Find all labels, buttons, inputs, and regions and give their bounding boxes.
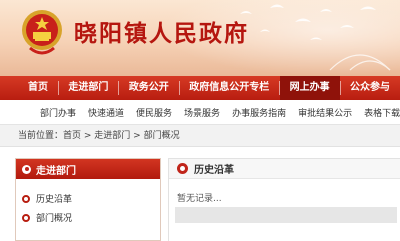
ring-bullet-icon — [22, 194, 30, 203]
sidebar-item-history[interactable]: 历史沿革 — [16, 189, 160, 208]
breadcrumb-home[interactable]: 首页 — [63, 131, 81, 141]
ring-bullet-icon — [22, 213, 30, 222]
subnav-item-scenario-services[interactable]: 场景服务 — [178, 106, 226, 119]
main-nav: 首页 走进部门 政务公开 政府信息公开专栏 网上办事 公众参与 — [0, 76, 400, 100]
left-panel-header: 走进部门 — [16, 159, 160, 179]
section-marker-icon — [177, 163, 188, 174]
sub-nav: 部门办事 快速通道 便民服务 场景服务 办事服务指南 审批结果公示 表格下载 — [0, 100, 400, 125]
breadcrumb-separator: > — [130, 131, 144, 141]
nav-item-government-affairs[interactable]: 政务公开 — [119, 76, 179, 100]
national-emblem-icon — [22, 10, 62, 55]
sidebar-item-overview[interactable]: 部门概况 — [16, 208, 160, 227]
site-banner: 晓阳镇人民政府 — [0, 0, 400, 76]
breadcrumb: 当前位置：首页 > 走进部门 > 部门概况 — [0, 125, 400, 147]
nav-item-info-disclosure[interactable]: 政府信息公开专栏 — [179, 76, 279, 100]
sidebar-item-label: 部门概况 — [36, 214, 73, 224]
breadcrumb-prefix: 当前位置： — [18, 131, 64, 141]
subnav-item-convenience-services[interactable]: 便民服务 — [130, 106, 178, 119]
nav-item-home[interactable]: 首页 — [0, 76, 58, 100]
subnav-item-form-download[interactable]: 表格下载 — [358, 106, 400, 119]
nav-item-departments[interactable]: 走进部门 — [58, 76, 118, 100]
left-panel-list: 历史沿革 部门概况 — [16, 179, 160, 227]
subnav-item-approval-results[interactable]: 审批结果公示 — [292, 106, 358, 119]
site-title: 晓阳镇人民政府 — [74, 20, 249, 47]
breadcrumb-current: 部门概况 — [143, 131, 180, 141]
content-panel-title: 历史沿革 — [194, 165, 234, 176]
content-panel-header: 历史沿革 — [169, 159, 400, 179]
subnav-item-department-services[interactable]: 部门办事 — [34, 106, 82, 119]
sidebar-item-label: 历史沿革 — [36, 195, 73, 205]
subnav-item-fast-track[interactable]: 快速通道 — [82, 106, 130, 119]
left-panel-title: 走进部门 — [36, 165, 76, 177]
breadcrumb-departments[interactable]: 走进部门 — [94, 131, 130, 141]
breadcrumb-separator: > — [81, 131, 95, 141]
subnav-item-service-guide[interactable]: 办事服务指南 — [226, 106, 292, 119]
left-sidebar-panel: 走进部门 历史沿革 部门概况 — [15, 158, 161, 241]
bullet-circle-icon — [22, 164, 31, 174]
content-placeholder-bar — [175, 207, 397, 223]
nav-item-online-services[interactable]: 网上办事 — [279, 76, 340, 100]
empty-state-text: 暂无记录... — [177, 194, 222, 204]
nav-item-public-participation[interactable]: 公众参与 — [340, 76, 400, 100]
content-panel: 历史沿革 暂无记录... — [168, 158, 400, 241]
